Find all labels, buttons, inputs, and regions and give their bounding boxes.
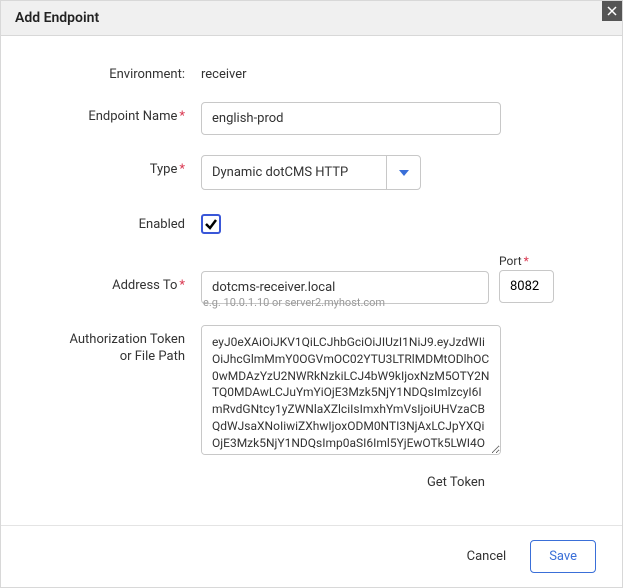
required-marker: * bbox=[179, 109, 185, 124]
enabled-checkbox[interactable] bbox=[201, 214, 221, 234]
enabled-label: Enabled bbox=[31, 210, 201, 232]
address-hint: e.g. 10.0.1.10 or server2.myhost.com bbox=[201, 296, 385, 309]
required-marker: * bbox=[524, 254, 529, 268]
auth-token-label-1: Authorization Token bbox=[69, 332, 185, 347]
close-icon bbox=[607, 6, 617, 16]
type-select[interactable]: Dynamic dotCMS HTTP bbox=[201, 155, 421, 190]
cancel-button[interactable]: Cancel bbox=[461, 541, 513, 572]
auth-token-row: Authorization Token or File Path bbox=[31, 325, 592, 455]
required-marker: * bbox=[179, 162, 185, 177]
add-endpoint-dialog: Add Endpoint Environment: receiver Endpo… bbox=[0, 0, 623, 588]
endpoint-name-row: Endpoint Name* bbox=[31, 102, 592, 135]
get-token-link[interactable]: Get Token bbox=[427, 475, 485, 490]
dialog-title: Add Endpoint bbox=[15, 10, 99, 26]
port-input[interactable] bbox=[499, 270, 554, 303]
type-label: Type bbox=[150, 162, 178, 177]
save-button[interactable]: Save bbox=[530, 540, 596, 573]
endpoint-name-input[interactable] bbox=[201, 102, 501, 135]
auth-token-label-2: or File Path bbox=[120, 349, 185, 364]
port-label: Port bbox=[499, 254, 522, 268]
dialog-footer: Cancel Save bbox=[1, 525, 622, 587]
type-select-arrow bbox=[386, 156, 420, 189]
endpoint-name-label: Endpoint Name bbox=[88, 109, 177, 124]
required-marker: * bbox=[179, 278, 185, 293]
chevron-down-icon bbox=[399, 170, 409, 176]
auth-token-textarea[interactable] bbox=[201, 325, 501, 455]
close-button[interactable] bbox=[602, 1, 622, 21]
get-token-row: Get Token bbox=[31, 475, 592, 490]
environment-row: Environment: receiver bbox=[31, 60, 592, 82]
check-icon bbox=[204, 217, 218, 231]
dialog-titlebar: Add Endpoint bbox=[1, 1, 622, 36]
enabled-row: Enabled bbox=[31, 210, 592, 234]
type-select-value: Dynamic dotCMS HTTP bbox=[202, 156, 386, 189]
type-row: Type* Dynamic dotCMS HTTP bbox=[31, 155, 592, 190]
address-to-label: Address To bbox=[112, 278, 177, 293]
dialog-content: Environment: receiver Endpoint Name* Typ… bbox=[1, 36, 622, 525]
environment-label: Environment: bbox=[31, 60, 201, 82]
port-group: Port* bbox=[499, 254, 554, 303]
environment-value: receiver bbox=[201, 60, 247, 82]
